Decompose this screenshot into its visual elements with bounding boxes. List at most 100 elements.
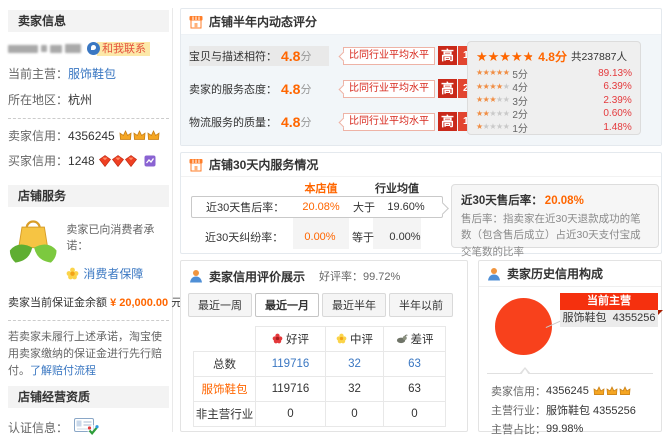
tab-last-half-year[interactable]: 最近半年 [322, 293, 386, 317]
star-rating-icon: ★★★★★ [476, 83, 509, 91]
seller-identity-row: 和我联系 [8, 41, 169, 56]
star-rating-icon: ★★★★★ [476, 110, 509, 118]
distribution-percent: 0.60% [603, 108, 631, 119]
distribution-row-3: ★★★★★ 3分 2.39% [476, 94, 632, 107]
after-sale-rate-tooltip: 近30天售后率：20.08% 售后率：指卖家在近30天退款成功的笔数（包含售后成… [451, 184, 659, 248]
seller-credit-label: 卖家信用： [8, 127, 68, 144]
region-label: 所在地区： [8, 93, 68, 107]
distribution-row-4: ★★★★★ 4分 6.39% [476, 80, 632, 93]
qualification-heading: 店铺经营资质 [8, 386, 169, 408]
score-unit: 分 [300, 81, 311, 97]
bad-count: 0 [384, 402, 446, 427]
crown-icon [119, 130, 132, 141]
gem-icon [99, 155, 111, 167]
industry-value: 19.60% [378, 201, 434, 213]
crown-icon [619, 386, 631, 396]
distribution-percent: 1.48% [603, 122, 631, 133]
seller-credit-line: 卖家信用： 4356245 [8, 127, 169, 144]
neutral-count: 0 [326, 402, 384, 427]
compare-word: 等于 [349, 229, 377, 245]
stat-value: 服饰鞋包 4355256 [546, 402, 636, 418]
bad-count-link[interactable]: 63 [384, 352, 446, 377]
shop-value: 0.00% [291, 231, 349, 243]
service-30d-title: 店铺30天内服务情况 [209, 156, 318, 173]
higher-badge: 高 [438, 112, 457, 131]
callout-number: 4355256 [613, 312, 656, 324]
crown-icon [147, 130, 160, 141]
divider-dashed [8, 320, 169, 321]
good-review-flower-icon [272, 333, 283, 344]
promise-text: 卖家已向消费者承诺： [66, 221, 169, 253]
score-label: 卖家的服务态度： [189, 81, 281, 97]
star-rating-icon: ★★★★★★★★★★ [476, 50, 534, 63]
stat-label: 主营占比： [491, 421, 546, 437]
stars-filled: ★★★★★ [476, 50, 532, 63]
score-value: 4.8 [281, 48, 300, 64]
seller-info-heading: 卖家信息 [8, 10, 169, 32]
buyer-credit-label: 买家信用： [8, 152, 68, 169]
table-row-non-main: 非主营行业 0 0 0 [194, 402, 446, 427]
good-count: 119716 [256, 377, 326, 402]
header-neutral: 中评 [350, 334, 373, 346]
history-credit-panel: 卖家历史信用构成 当前主营 服饰鞋包 4355256 卖家信用： 4356245 [478, 260, 662, 432]
after-sale-rate-row[interactable]: 近30天售后率： 20.08% 大于 19.60% [191, 196, 443, 218]
service-row-label: 近30天纠纷率： [191, 229, 291, 245]
stat-label: 主营行业： [491, 402, 546, 418]
crown-icon [606, 386, 618, 396]
pie-callout: 当前主营 服饰鞋包 4355256 [560, 293, 658, 327]
review-panel: 卖家信用评价展示 好评率：99.72% 最近一周 最近一月 最近半年 半年以前 … [180, 260, 468, 432]
seller-name-redacted [8, 44, 81, 53]
credit-pie-chart: 当前主营 服饰鞋包 4355256 [479, 287, 661, 373]
review-table-header: 好评 中评 差评 [194, 327, 446, 352]
main-business-line: 当前主营：服饰鞋包 [8, 65, 169, 82]
rank-chart-icon[interactable] [144, 155, 156, 167]
pie-slice-main-category [495, 298, 552, 355]
person-icon [189, 269, 203, 283]
wangwang-icon [87, 42, 100, 55]
compare-industry-box: 比同行业平均水平 [343, 80, 435, 98]
main-business-link[interactable]: 服饰鞋包 [68, 67, 116, 81]
history-credit-title: 卖家历史信用构成 [507, 265, 603, 282]
rater-count: 共237887人 [571, 49, 627, 64]
positive-rate-label: 好评率： [319, 271, 363, 283]
contact-me-badge[interactable]: 和我联系 [87, 42, 150, 56]
gem-icon [125, 155, 137, 167]
tooltip-description: 售后率：指卖家在近30天退款成功的笔数（包含售后成立）占近30天支付宝成交笔数的… [461, 211, 649, 260]
crown-icon [593, 386, 605, 396]
certification-card-icon[interactable] [74, 418, 100, 437]
star-rating-icon: ★★★★★ [476, 69, 509, 77]
review-panel-title: 卖家信用评价展示 [209, 268, 305, 285]
neutral-review-flower-icon [336, 333, 347, 344]
consumer-protection-link[interactable]: 消费者保障 [83, 265, 143, 282]
divider-dashed [8, 118, 169, 119]
seller-credit-value: 4356245 [68, 129, 115, 143]
neutral-count-link[interactable]: 32 [326, 352, 384, 377]
positive-rate-value: 99.72% [363, 271, 400, 283]
shop-icon [189, 15, 203, 29]
tab-last-month[interactable]: 最近一月 [255, 293, 319, 317]
good-count-link[interactable]: 119716 [256, 352, 326, 377]
score-label: 物流服务的质量： [189, 114, 281, 130]
tab-before-half-year[interactable]: 半年以前 [389, 293, 453, 317]
distribution-bar-track [534, 123, 598, 131]
pie-divider-notch [487, 373, 653, 374]
certification-label: 认证信息： [8, 419, 68, 436]
distribution-bar-track [534, 110, 598, 118]
seller-credit-crowns [119, 130, 160, 141]
shop-value: 20.08% [292, 201, 350, 213]
compensation-process-link[interactable]: 了解赔付流程 [30, 365, 96, 377]
score-value: 4.8 [281, 81, 300, 97]
star-distribution-tooltip: ★★★★★★★★★★ 4.8分 共237887人 ★★★★★ 5分 89.13%… [467, 41, 641, 135]
deposit-amount: ¥ 20,000.00 [110, 297, 168, 309]
deposit-line: 卖家当前保证金余额 ¥ 20,000.00 元 [8, 294, 169, 310]
industry-value: 0.00% [377, 231, 433, 243]
row-label: 服饰鞋包 [194, 377, 256, 402]
page: 卖家信息 和我联系 当前主营：服饰鞋包 所在地区：杭州 卖家信用： 435624… [0, 0, 667, 437]
hands-bag-icon [8, 215, 58, 271]
person-icon [487, 267, 501, 281]
consumer-protection-icon [66, 267, 79, 280]
tab-last-week[interactable]: 最近一周 [188, 293, 252, 317]
distribution-row-5: ★★★★★ 5分 89.13% [476, 67, 632, 80]
distribution-percent: 6.39% [603, 81, 631, 92]
bad-count: 63 [384, 377, 446, 402]
